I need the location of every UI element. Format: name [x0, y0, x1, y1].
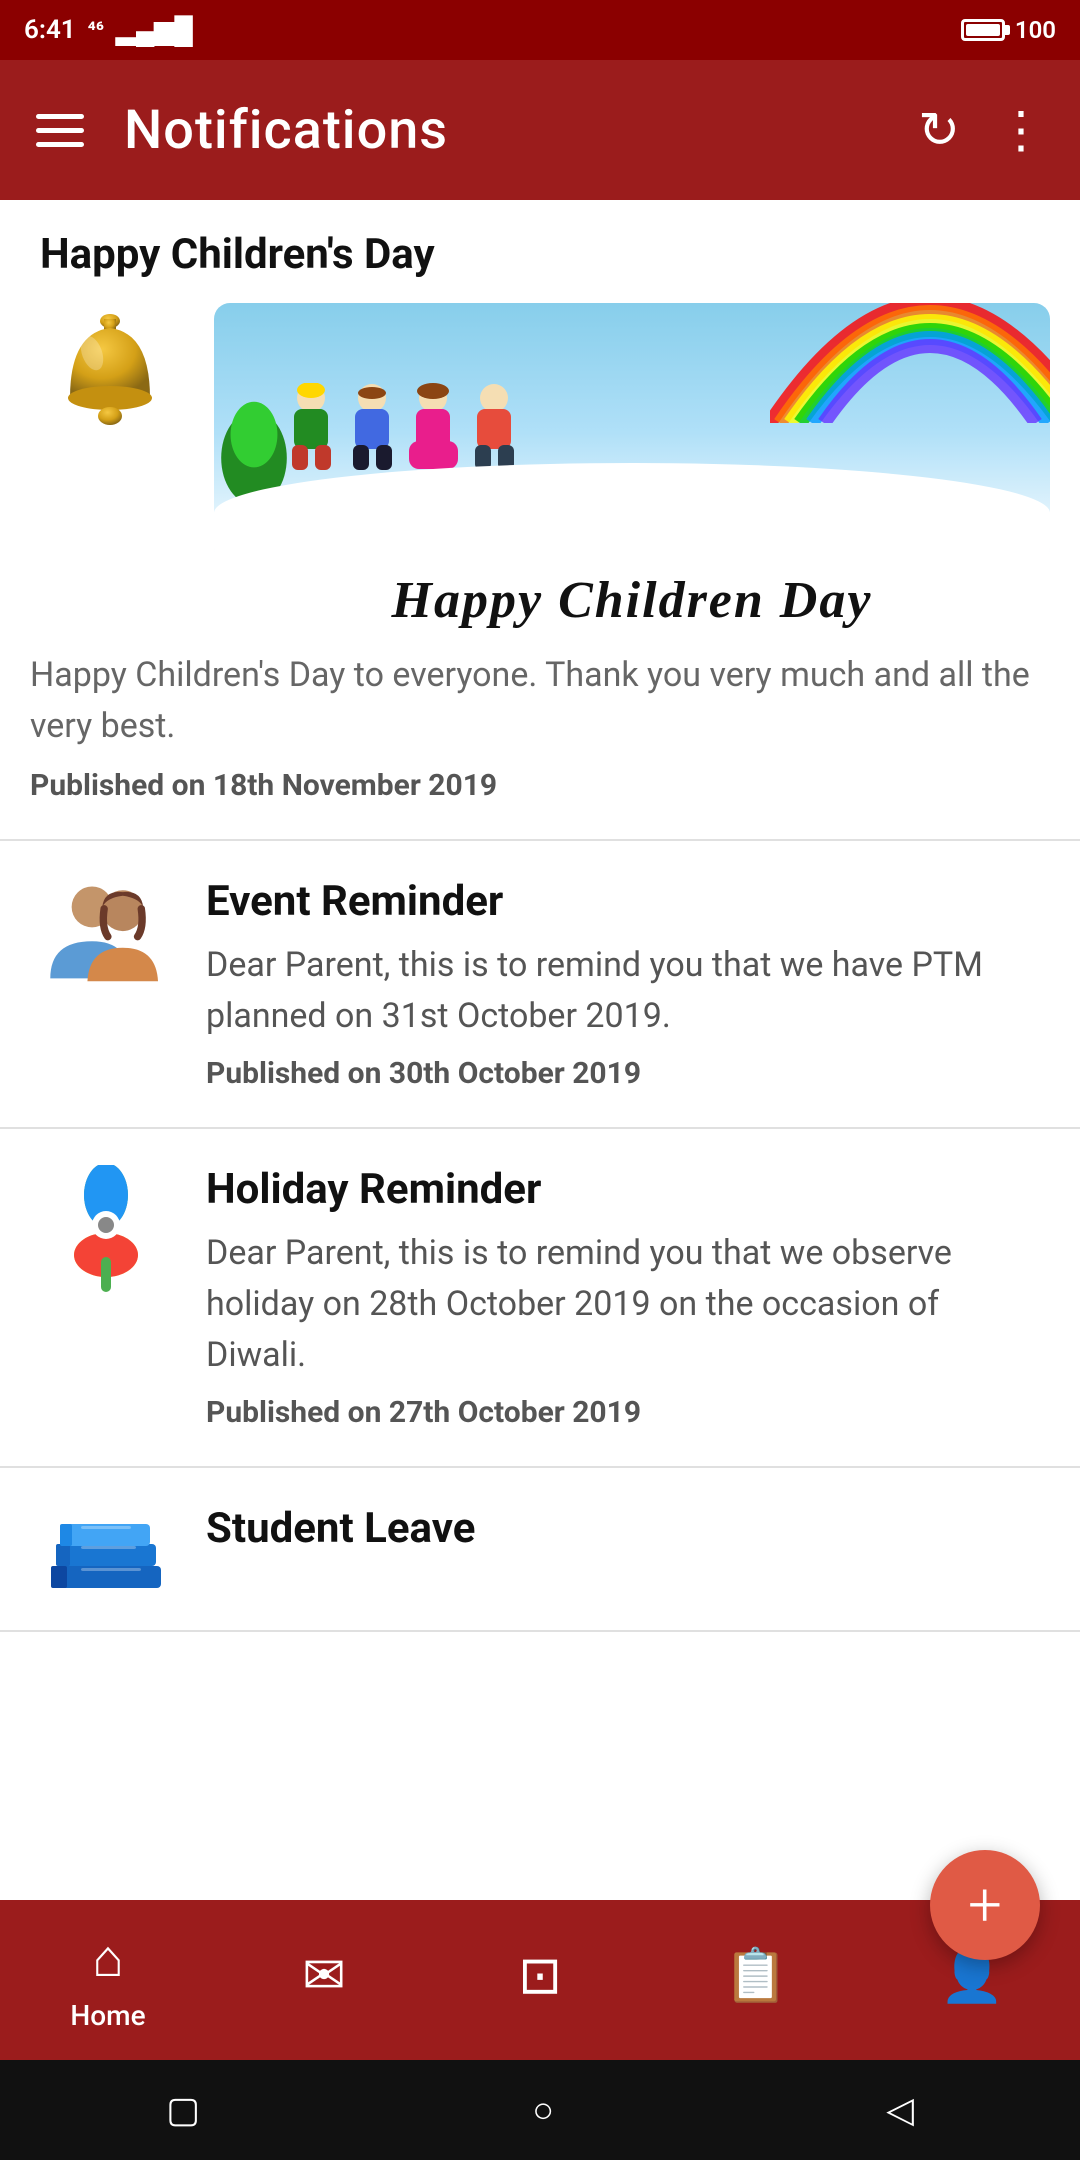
- status-bar-right: 100: [961, 16, 1056, 44]
- more-options-button[interactable]: ⋮: [996, 101, 1044, 160]
- network-icon: ⁴⁶: [88, 18, 104, 43]
- holiday-reminder-content: Holiday Reminder Dear Parent, this is to…: [206, 1165, 1044, 1430]
- event-reminder-date: Published on 30th October 2019: [206, 1056, 1044, 1091]
- children-day-banner: [214, 303, 1050, 563]
- child-figure-2: [345, 383, 400, 473]
- back-button[interactable]: ◁: [886, 2089, 914, 2131]
- child-figure-1: [284, 383, 339, 473]
- flower-icon: [46, 1165, 166, 1295]
- holiday-reminder-icon-container: [36, 1165, 176, 1295]
- child-figure-3: [406, 383, 461, 473]
- notification-card-event-reminder[interactable]: Event Reminder Dear Parent, this is to r…: [0, 841, 1080, 1129]
- student-leave-content: Student Leave: [206, 1504, 1044, 1567]
- holiday-reminder-date: Published on 27th October 2019: [206, 1395, 1044, 1430]
- notification-card-holiday-reminder[interactable]: Holiday Reminder Dear Parent, this is to…: [0, 1129, 1080, 1468]
- nav-item-home[interactable]: ⌂ Home: [0, 1928, 216, 2032]
- home-icon: ⌂: [92, 1928, 123, 1989]
- home-button[interactable]: ○: [532, 2089, 554, 2131]
- children-day-content: Happy Children Day: [30, 303, 1050, 630]
- notification-card-student-leave[interactable]: Student Leave: [0, 1468, 1080, 1632]
- event-reminder-icon-container: [36, 877, 176, 987]
- bell-icon-container: [30, 303, 190, 443]
- notifications-list: Happy Children's Day: [0, 200, 1080, 1900]
- status-time: 6:41: [24, 15, 76, 45]
- people-icon: [41, 877, 171, 987]
- child-figure-4: [467, 383, 522, 473]
- refresh-button[interactable]: ↻: [918, 101, 960, 160]
- recent-apps-button[interactable]: ▢: [166, 2089, 200, 2131]
- children-day-image-area: Happy Children Day: [214, 303, 1050, 630]
- image-icon: ⊡: [518, 1945, 562, 2006]
- children-day-title: Happy Children's Day: [40, 230, 1050, 279]
- nav-item-gallery[interactable]: ⊡: [432, 1945, 648, 2016]
- battery-icon: [961, 19, 1005, 41]
- student-leave-title: Student Leave: [206, 1504, 1044, 1553]
- holiday-reminder-description: Dear Parent, this is to remind you that …: [206, 1228, 1044, 1381]
- nav-label-home: Home: [70, 1999, 145, 2032]
- rainbow-arc: [770, 303, 1050, 423]
- page-title: Notifications: [124, 99, 918, 162]
- event-reminder-description: Dear Parent, this is to remind you that …: [206, 940, 1044, 1042]
- battery-label: 100: [1015, 16, 1056, 44]
- children-day-date: Published on 18th November 2019: [30, 768, 1050, 803]
- menu-button[interactable]: [36, 114, 84, 147]
- add-notification-fab[interactable]: +: [930, 1850, 1040, 1960]
- event-reminder-content: Event Reminder Dear Parent, this is to r…: [206, 877, 1044, 1091]
- book-icon: 📋: [724, 1945, 789, 2006]
- signal-icon: ▂▄▆█: [116, 15, 193, 46]
- notification-card-children-day[interactable]: Happy Children's Day: [0, 200, 1080, 841]
- android-nav-bar: ▢ ○ ◁: [0, 2060, 1080, 2160]
- bottom-navigation: ⌂ Home ✉ ⊡ 📋 👤: [0, 1900, 1080, 2060]
- happy-children-day-banner-text: Happy Children Day: [214, 571, 1050, 630]
- event-reminder-title: Event Reminder: [206, 877, 1044, 926]
- holiday-reminder-title: Holiday Reminder: [206, 1165, 1044, 1214]
- bell-icon: [45, 303, 175, 443]
- nav-item-profile[interactable]: 📋: [648, 1945, 864, 2016]
- fab-plus-icon: +: [968, 1875, 1002, 1935]
- app-bar-actions: ↻ ⋮: [918, 101, 1044, 160]
- mail-icon: ✉: [302, 1945, 346, 2006]
- status-bar: 6:41 ⁴⁶ ▂▄▆█ 100: [0, 0, 1080, 60]
- status-bar-left: 6:41 ⁴⁶ ▂▄▆█: [24, 15, 193, 46]
- nav-item-messages[interactable]: ✉: [216, 1945, 432, 2016]
- book-stack-icon: [46, 1504, 166, 1594]
- app-bar: Notifications ↻ ⋮: [0, 60, 1080, 200]
- white-cloud: [214, 463, 1050, 563]
- student-leave-icon-container: [36, 1504, 176, 1594]
- children-figures: [284, 383, 522, 473]
- children-day-description: Happy Children's Day to everyone. Thank …: [30, 650, 1050, 752]
